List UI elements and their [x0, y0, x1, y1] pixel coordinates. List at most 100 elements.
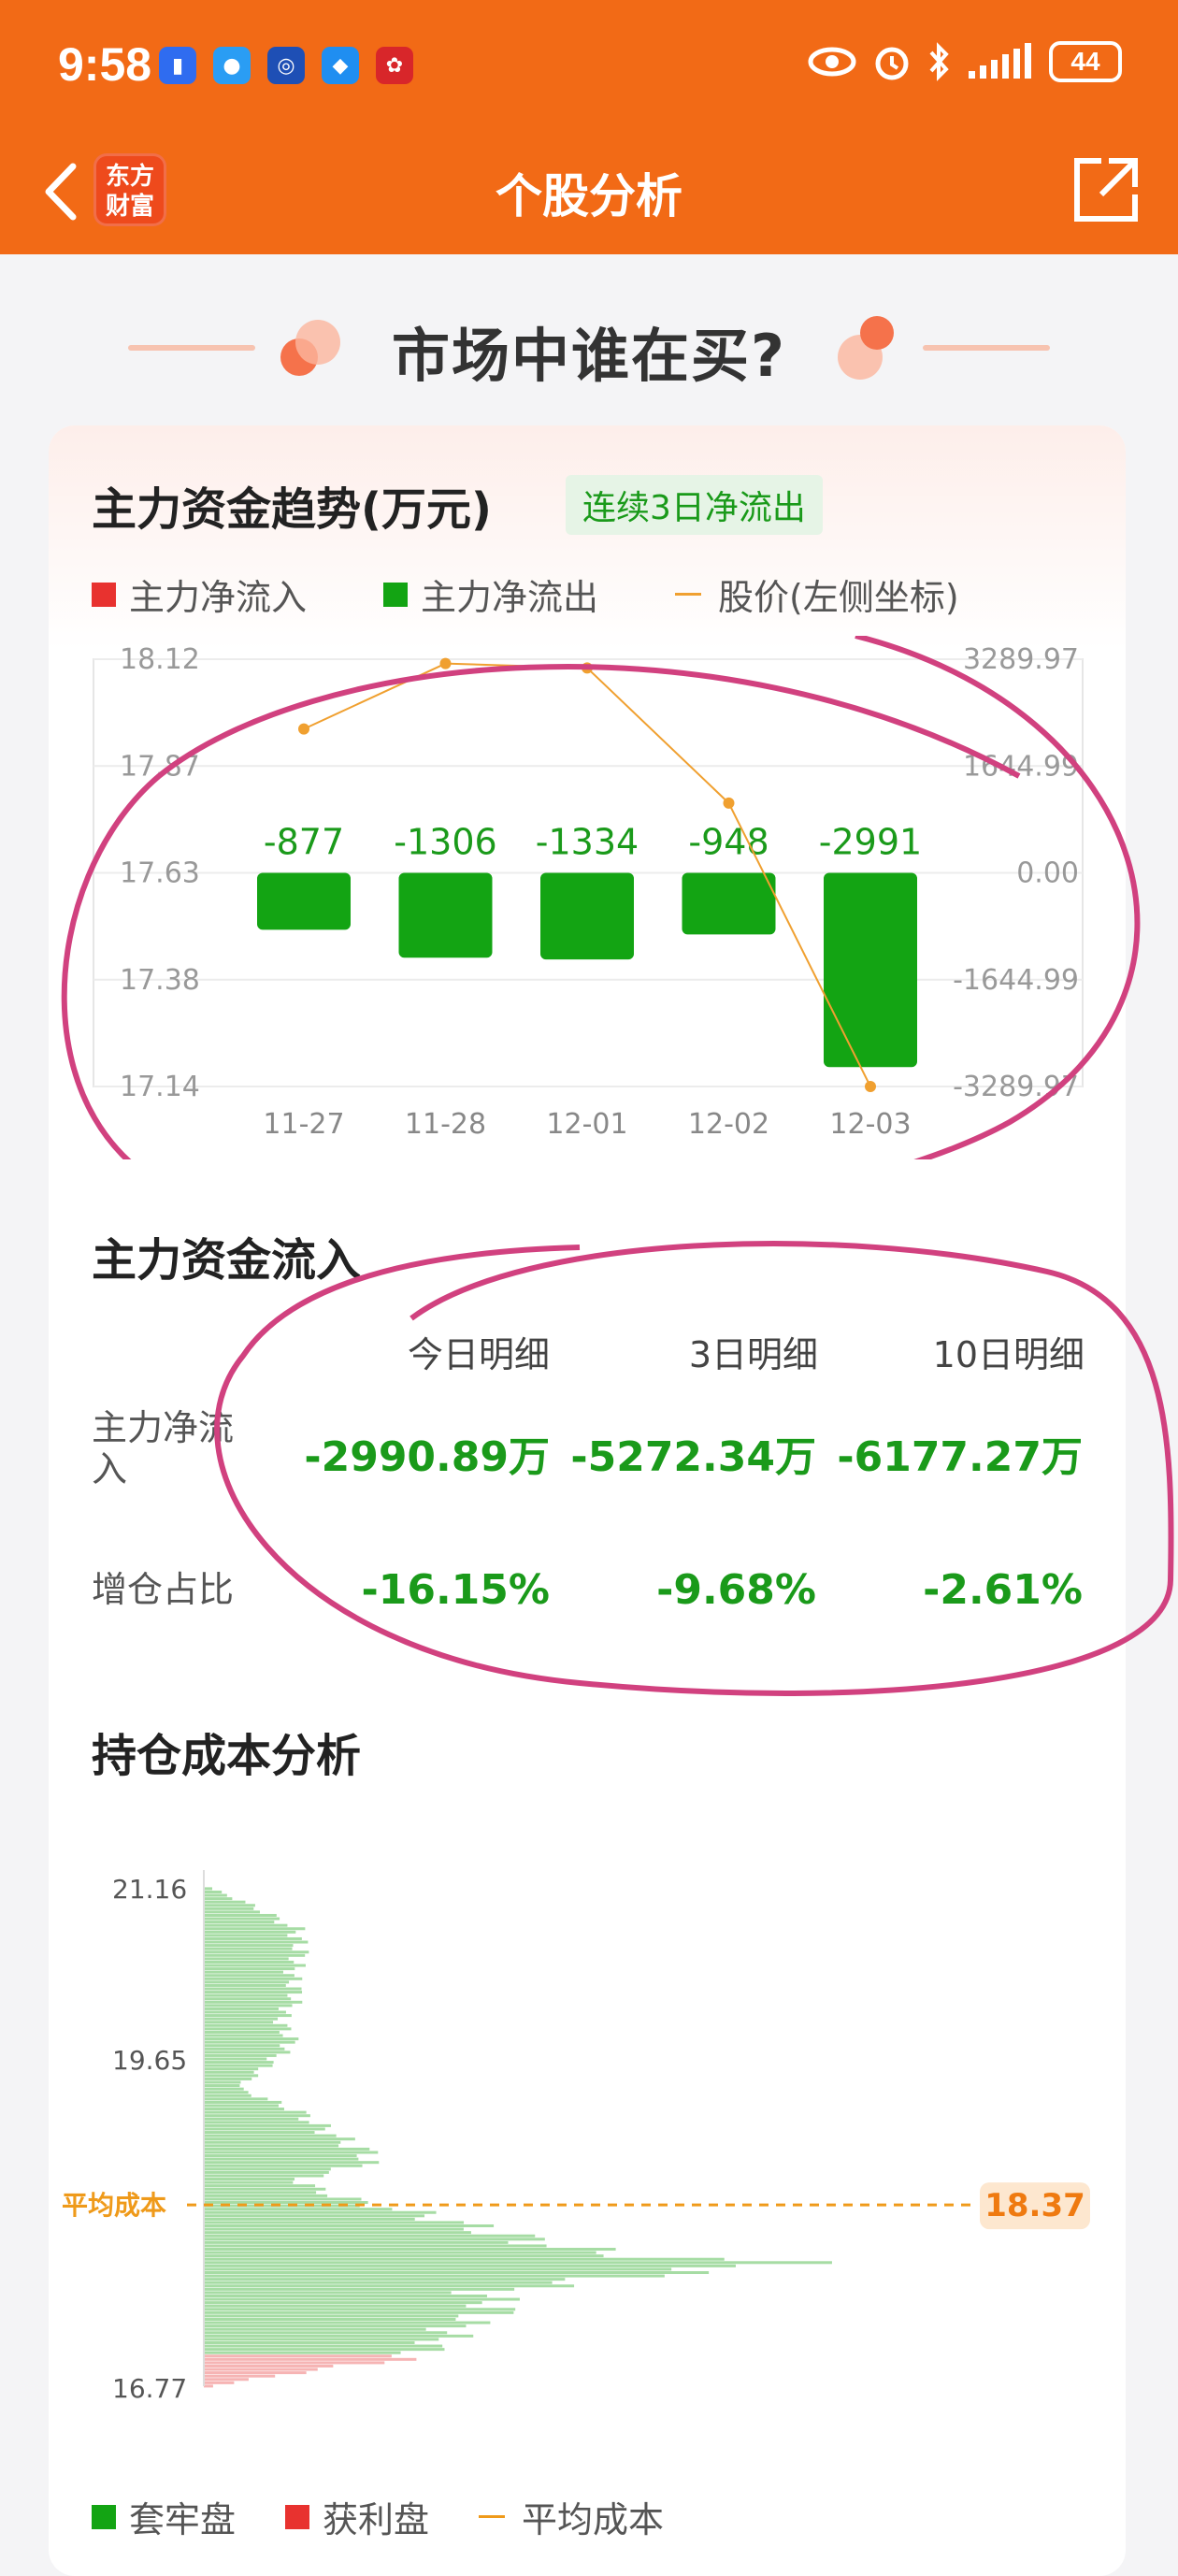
- chip-bar: [204, 2134, 337, 2137]
- chip-bar: [204, 1950, 309, 1954]
- chip-bar: [204, 1953, 306, 1957]
- chip-bar: [204, 2007, 279, 2010]
- chip-bar: [204, 2227, 464, 2231]
- chip-bar: [204, 2367, 318, 2371]
- chip-bar: [204, 2053, 277, 2057]
- chip-bar: [204, 2094, 251, 2097]
- x-tick-label: 12-01: [546, 1108, 627, 1141]
- chip-bar: [204, 2361, 385, 2365]
- chip-bar: [204, 2140, 341, 2144]
- chip-bar: [204, 1964, 306, 1967]
- price-point: [723, 797, 735, 809]
- bar-value-label: -877: [264, 822, 344, 863]
- eye-icon: [808, 47, 856, 77]
- chip-bar: [204, 2340, 415, 2344]
- share-icon[interactable]: [1068, 153, 1142, 228]
- flow-bar: [540, 872, 634, 960]
- x-tick-label: 12-03: [829, 1108, 911, 1141]
- profit-swatch: [285, 2504, 309, 2529]
- chip-bar: [204, 2208, 393, 2211]
- chip-bar: [204, 2224, 495, 2228]
- chip-bar: [204, 2074, 259, 2078]
- chip-bar: [204, 2091, 249, 2094]
- chip-bar: [204, 2301, 482, 2305]
- chip-bar: [204, 1987, 302, 1991]
- chip-bar: [204, 1983, 286, 1987]
- price-point: [865, 1081, 876, 1092]
- chip-bar: [204, 2238, 545, 2241]
- battery-icon: 44: [1049, 41, 1122, 82]
- chip-bar: [204, 2317, 456, 2321]
- chip-bar: [204, 2117, 299, 2121]
- chip-bar: [204, 1930, 296, 1934]
- legend-price: 股价(左侧坐标): [675, 568, 959, 620]
- chip-bar: [204, 1900, 246, 1904]
- chip-bar: [204, 2023, 288, 2027]
- chip-bar: [204, 2004, 293, 2008]
- chip-bar: [204, 2244, 547, 2248]
- bar-value-label: -1334: [536, 822, 639, 863]
- chip-bar: [204, 2331, 448, 2335]
- chip-bar: [204, 2167, 331, 2171]
- flower-app-icon: ✿: [376, 47, 413, 84]
- chip-bar: [204, 2354, 392, 2358]
- nav-bar: 东方 财富 个股分析: [0, 131, 1178, 254]
- chip-bar: [204, 2384, 213, 2388]
- bar-value-label: -1306: [394, 822, 496, 863]
- chip-bar: [204, 1957, 289, 1961]
- y-tick-label: 21.16: [112, 1874, 187, 1905]
- alarm-icon: [875, 47, 909, 80]
- notification-icons: ▮ ● ◎ ◆ ✿: [159, 47, 413, 84]
- chip-bar: [204, 2264, 736, 2267]
- chip-bar: [204, 2044, 280, 2048]
- price-point: [439, 657, 452, 669]
- chip-bar: [204, 2287, 515, 2291]
- price-swatch: [675, 593, 701, 596]
- chip-bar: [204, 2297, 520, 2301]
- chip-bar: [204, 2191, 317, 2195]
- chip-bar: [204, 2064, 273, 2067]
- left-tick-label: 17.63: [120, 857, 200, 890]
- chip-bar: [204, 1890, 223, 1893]
- chip-bar: [204, 2291, 452, 2295]
- chip-bar: [204, 2087, 244, 2091]
- chip-bar: [204, 1977, 303, 1980]
- chip-bar: [204, 1887, 212, 1891]
- flow-bar: [398, 872, 493, 958]
- chip-bar: [204, 1993, 288, 1997]
- chip-bar: [204, 2281, 553, 2284]
- chip-bar: [204, 2321, 491, 2324]
- chip-bar: [204, 2187, 326, 2191]
- chip-bar: [204, 1923, 288, 1927]
- chip-bar: [204, 2147, 370, 2151]
- status-time: 9:58: [58, 38, 152, 91]
- legend-outflow: 主力净流出: [383, 568, 598, 620]
- chip-bar: [204, 2251, 596, 2254]
- chip-bar: [204, 2357, 417, 2361]
- bar-value-label: -948: [688, 822, 769, 863]
- chip-bar: [204, 2334, 474, 2338]
- chip-bar: [204, 2114, 310, 2118]
- trapped-swatch: [92, 2504, 116, 2529]
- chip-bar: [204, 1910, 260, 1914]
- left-tick-label: 17.14: [120, 1071, 200, 1103]
- chip-bar: [204, 1947, 293, 1950]
- legend-inflow-label: 主力净流入: [129, 577, 308, 618]
- chip-bar: [204, 2261, 832, 2265]
- chip-bar: [204, 1980, 290, 1984]
- chip-bar: [204, 2364, 334, 2367]
- chip-bar: [204, 2351, 401, 2354]
- chip-bar: [204, 1940, 309, 1944]
- trend-tag: 连续3日净流出: [566, 475, 823, 535]
- chip-bar: [204, 2271, 710, 2275]
- chip-bar: [204, 2161, 380, 2165]
- chip-bar: [204, 2314, 459, 2318]
- chip-bar: [204, 2021, 274, 2024]
- chip-bar: [204, 2080, 241, 2084]
- chip-bar: [204, 2100, 282, 2104]
- legend-avg-label: 平均成本: [522, 2499, 665, 2540]
- y-tick-label: 19.65: [112, 2045, 187, 2076]
- chip-bar: [204, 2030, 280, 2034]
- chip-bar: [204, 2040, 295, 2044]
- chip-bar: [204, 2174, 324, 2178]
